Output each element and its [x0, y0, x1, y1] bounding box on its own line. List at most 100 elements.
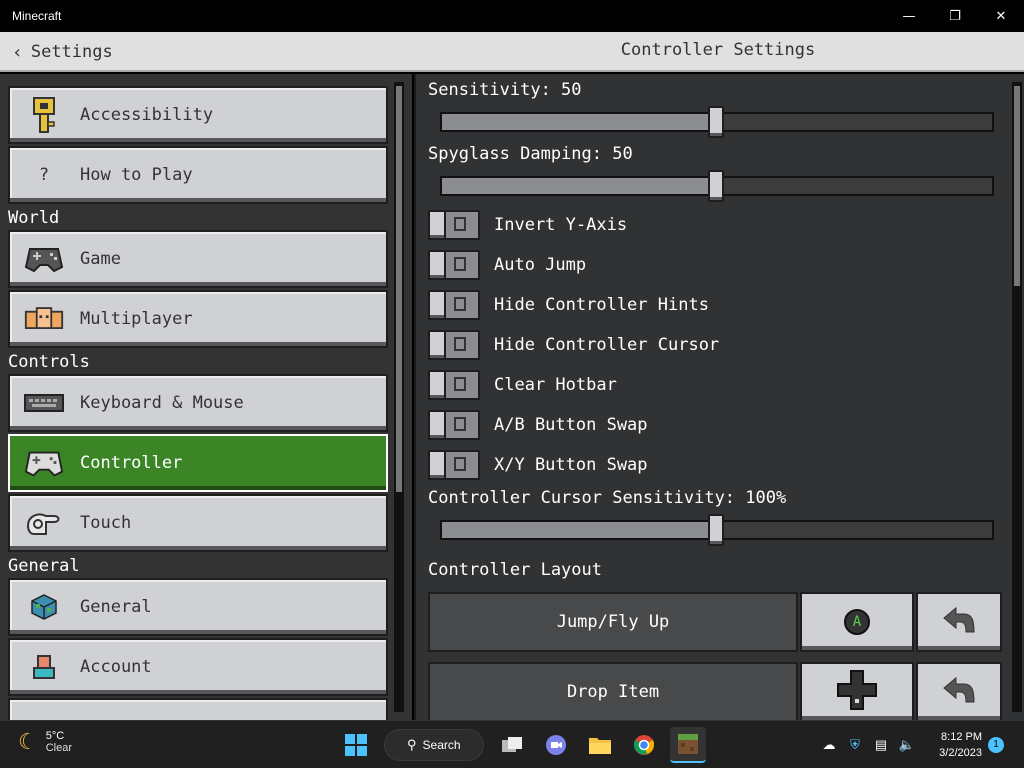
toggle-knob: [428, 450, 446, 480]
sidebar-item-label: Touch: [80, 513, 132, 533]
key-binding-button[interactable]: A: [800, 592, 914, 652]
toggle-off-icon: [454, 377, 466, 391]
chrome-icon[interactable]: [626, 727, 662, 763]
toggle-knob: [428, 370, 446, 400]
minimize-button[interactable]: —: [886, 0, 932, 32]
key-binding-button[interactable]: [800, 662, 914, 720]
sensitivity-slider[interactable]: [440, 106, 994, 138]
settings-scroll-thumb[interactable]: [1014, 86, 1020, 286]
slider-knob[interactable]: [708, 170, 724, 202]
file-explorer-icon[interactable]: [582, 727, 618, 763]
weather-temp: 5°C: [45, 730, 65, 742]
clock-date: 3/2/2023: [939, 747, 982, 759]
minecraft-icon[interactable]: [670, 727, 706, 763]
task-view-icon[interactable]: [494, 727, 530, 763]
chat-icon[interactable]: [538, 727, 574, 763]
search-icon: ⚲: [407, 737, 417, 752]
slider-knob[interactable]: [708, 514, 724, 546]
toggle-label: Hide Controller Hints: [494, 295, 709, 315]
toggle-label: X/Y Button Swap: [494, 455, 648, 475]
page-title: Controller Settings: [620, 40, 816, 60]
network-icon[interactable]: ▤: [870, 734, 892, 756]
undo-arrow-icon: [942, 606, 976, 638]
sidebar-item-how-to-play[interactable]: ? How to Play: [8, 146, 388, 204]
cursor-sensitivity-label: Controller Cursor Sensitivity: 100%: [428, 488, 787, 508]
dpad-icon: [836, 669, 878, 715]
sidebar-item-multiplayer[interactable]: Multiplayer: [8, 290, 388, 348]
toggle-switch[interactable]: [428, 250, 480, 280]
back-button[interactable]: ‹ Settings: [12, 40, 113, 64]
search-label: Search: [422, 738, 461, 752]
toggle-knob: [428, 410, 446, 440]
keyboard-icon: [24, 383, 64, 423]
sidebar-item-touch[interactable]: Touch: [8, 494, 388, 552]
close-button[interactable]: ✕: [978, 0, 1024, 32]
window-title: Minecraft: [12, 9, 62, 23]
weather-widget[interactable]: ☾ 5°C Clear: [18, 729, 72, 755]
sidebar-item-label: Account: [80, 657, 152, 677]
restore-button[interactable]: ❐: [932, 0, 978, 32]
spyglass-damping-label: Spyglass Damping: 50: [428, 144, 633, 164]
sidebar-item-account[interactable]: Account: [8, 638, 388, 696]
sidebar-item-label: How to Play: [80, 165, 193, 185]
toggle-switch[interactable]: [428, 210, 480, 240]
toggle-off-icon: [454, 457, 466, 471]
toggle-row-auto-jump[interactable]: Auto Jump: [428, 250, 586, 280]
slider-fill: [442, 114, 710, 130]
layout-action-button[interactable]: Jump/Fly Up: [428, 592, 798, 652]
sidebar-scroll-thumb[interactable]: [396, 86, 402, 492]
a-button-icon: A: [844, 609, 870, 635]
security-warning-icon[interactable]: ⛨: [844, 734, 866, 756]
sidebar-item-keyboard-mouse[interactable]: Keyboard & Mouse: [8, 374, 388, 432]
gamepad-icon: [24, 239, 64, 279]
back-label: Settings: [30, 42, 113, 62]
controller-icon: [24, 443, 64, 483]
reset-binding-button[interactable]: [916, 592, 1002, 652]
windows-start-icon[interactable]: [338, 727, 374, 763]
settings-sidebar: Accessibility ? How to Play World Game M…: [0, 74, 412, 720]
section-label-controls: Controls: [8, 352, 90, 372]
touch-icon: [24, 503, 64, 543]
sidebar-scrollbar[interactable]: [394, 82, 404, 712]
sidebar-item-general[interactable]: General: [8, 578, 388, 636]
reset-binding-button[interactable]: [916, 662, 1002, 720]
taskbar-search[interactable]: ⚲ Search: [384, 729, 484, 761]
toggle-row-xy-swap[interactable]: X/Y Button Swap: [428, 450, 648, 480]
cursor-sensitivity-slider[interactable]: [440, 514, 994, 546]
sidebar-item-accessibility[interactable]: Accessibility: [8, 86, 388, 144]
sidebar-item-partial[interactable]: [8, 698, 388, 720]
taskbar-clock[interactable]: 8:12 PM 3/2/2023: [924, 729, 982, 761]
cloud-offline-icon[interactable]: ☁: [818, 734, 840, 756]
notification-badge[interactable]: 1: [988, 737, 1004, 753]
toggle-label: Invert Y-Axis: [494, 215, 628, 235]
toggle-switch[interactable]: [428, 410, 480, 440]
toggle-switch[interactable]: [428, 330, 480, 360]
toggle-row-clear-hotbar[interactable]: Clear Hotbar: [428, 370, 617, 400]
toggle-row-ab-swap[interactable]: A/B Button Swap: [428, 410, 648, 440]
settings-scrollbar[interactable]: [1012, 82, 1022, 712]
weather-desc: Clear: [45, 742, 73, 754]
sidebar-item-label: Keyboard & Mouse: [80, 393, 244, 413]
volume-icon[interactable]: 🔈: [896, 734, 918, 756]
multiplayer-icon: [24, 299, 64, 339]
sidebar-item-label: Controller: [80, 453, 183, 473]
spyglass-damping-slider[interactable]: [440, 170, 994, 202]
profile-icon: [24, 707, 64, 720]
toggle-switch[interactable]: [428, 370, 480, 400]
toggle-row-hide-controller-cursor[interactable]: Hide Controller Cursor: [428, 330, 719, 360]
toggle-row-hide-controller-hints[interactable]: Hide Controller Hints: [428, 290, 709, 320]
settings-header: ‹ Settings Controller Settings: [0, 32, 1024, 72]
sidebar-item-label: General: [80, 597, 152, 617]
sidebar-item-game[interactable]: Game: [8, 230, 388, 288]
slider-knob[interactable]: [708, 106, 724, 138]
controller-layout-heading: Controller Layout: [428, 560, 602, 580]
toggle-off-icon: [454, 297, 466, 311]
toggle-switch[interactable]: [428, 290, 480, 320]
toggle-knob: [428, 290, 446, 320]
toggle-switch[interactable]: [428, 450, 480, 480]
question-icon: ?: [38, 165, 50, 185]
sidebar-item-controller[interactable]: Controller: [8, 434, 388, 492]
toggle-off-icon: [454, 417, 466, 431]
layout-action-button[interactable]: Drop Item: [428, 662, 798, 720]
toggle-row-invert-y[interactable]: Invert Y-Axis: [428, 210, 627, 240]
